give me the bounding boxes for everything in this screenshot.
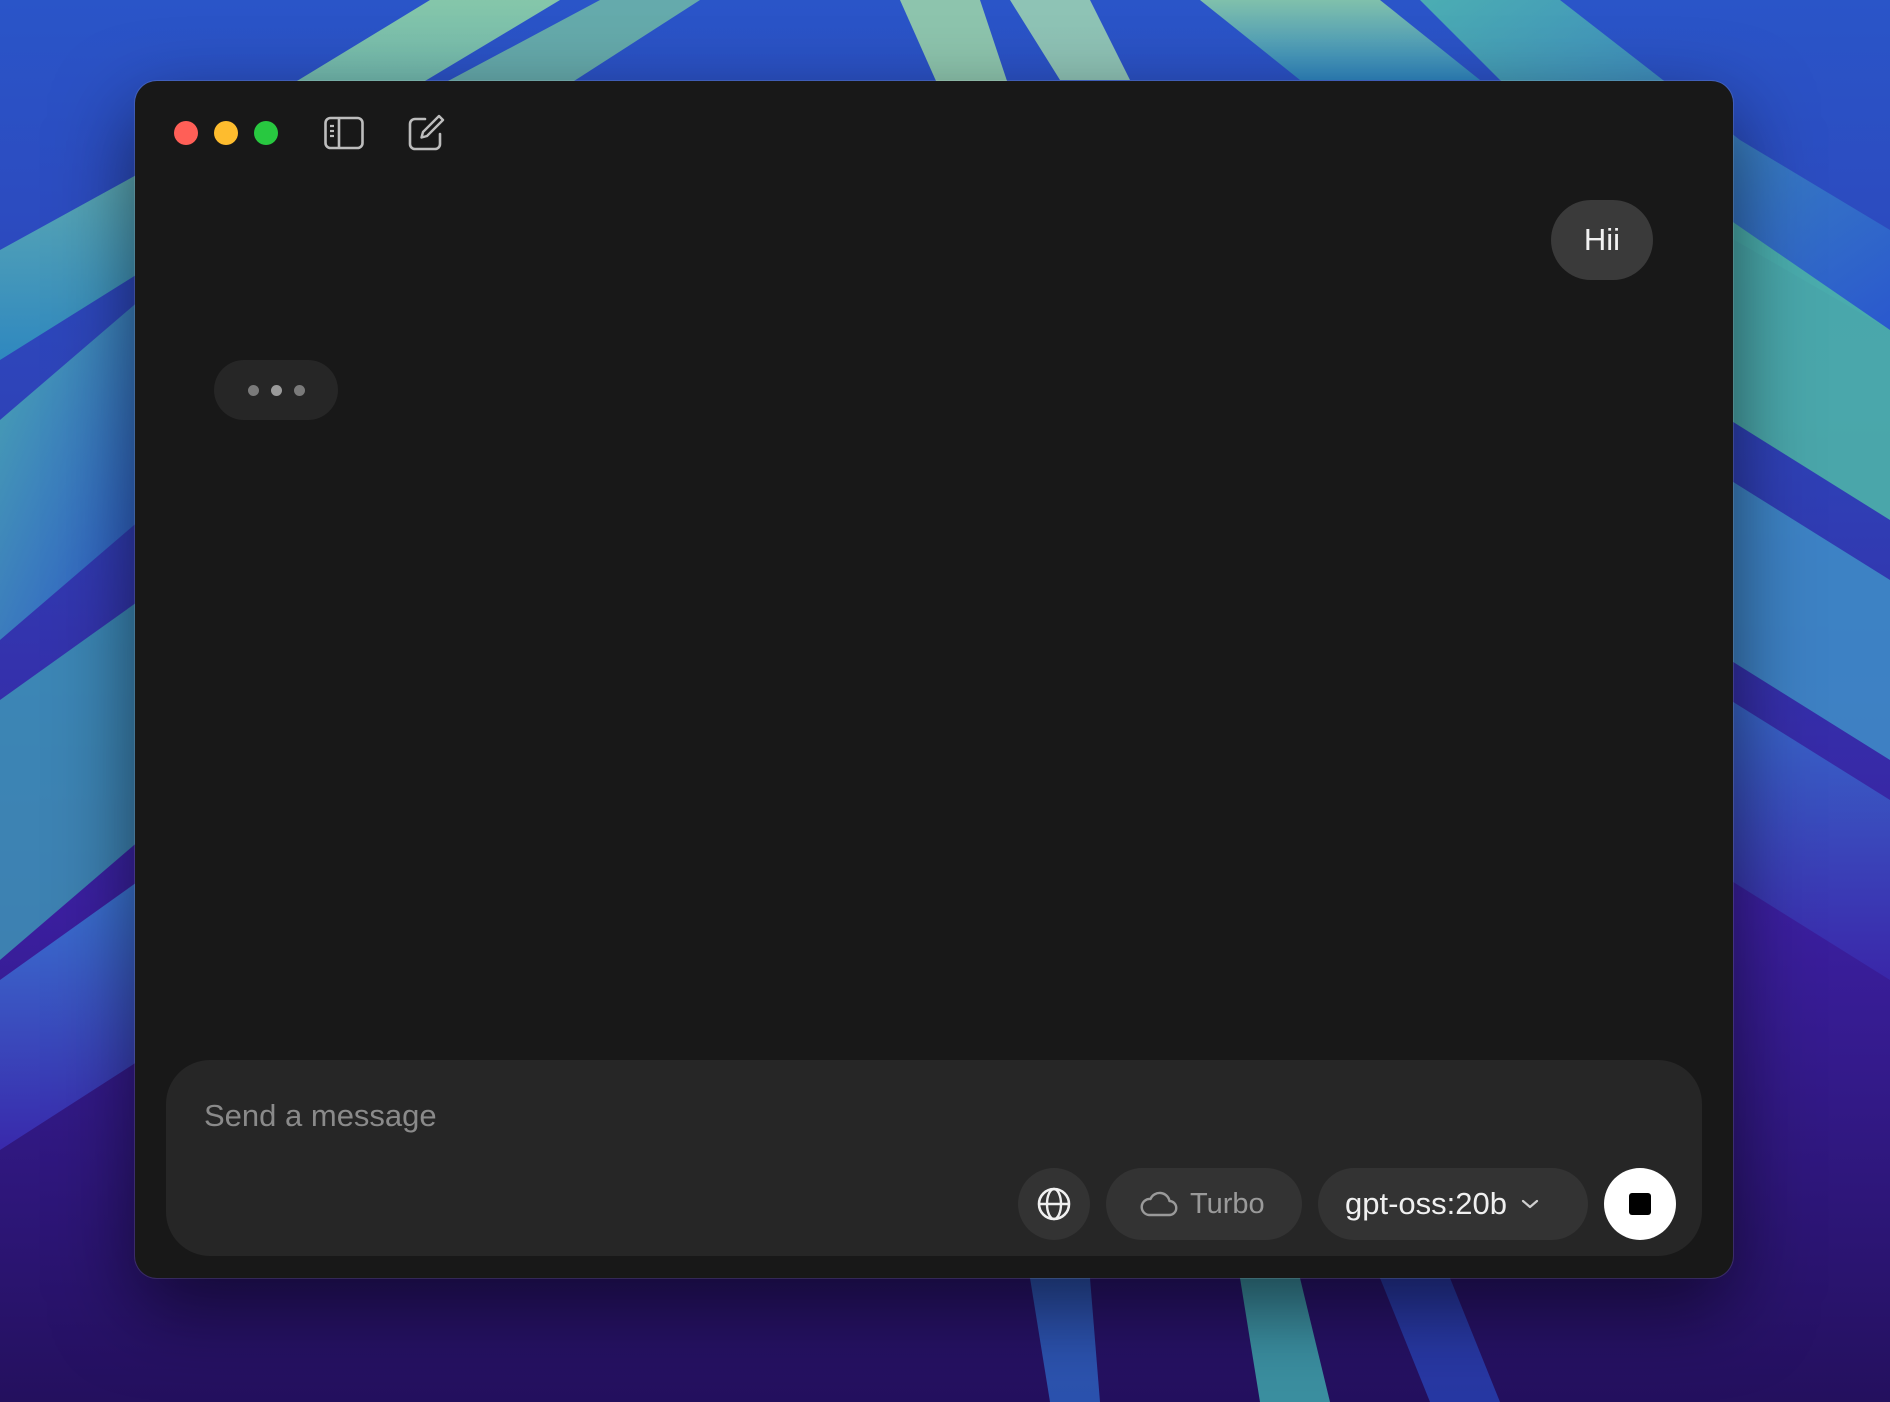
stop-icon bbox=[1629, 1193, 1651, 1215]
new-chat-button[interactable] bbox=[406, 113, 446, 153]
app-window: Hii Turbo gpt-os bbox=[135, 81, 1733, 1278]
typing-dot bbox=[293, 384, 305, 396]
turbo-toggle[interactable]: Turbo bbox=[1106, 1168, 1302, 1240]
message-composer: Turbo gpt-oss:20b bbox=[166, 1060, 1702, 1256]
maximize-window-button[interactable] bbox=[254, 121, 278, 145]
new-chat-icon bbox=[408, 114, 445, 151]
stop-generation-button[interactable] bbox=[1604, 1168, 1676, 1240]
minimize-window-button[interactable] bbox=[214, 121, 238, 145]
message-input[interactable] bbox=[204, 1090, 1304, 1142]
close-window-button[interactable] bbox=[174, 121, 198, 145]
cloud-icon bbox=[1140, 1191, 1178, 1217]
turbo-label: Turbo bbox=[1190, 1187, 1265, 1220]
typing-dot bbox=[247, 384, 259, 396]
web-search-button[interactable] bbox=[1018, 1168, 1090, 1240]
model-name: gpt-oss:20b bbox=[1345, 1186, 1507, 1221]
chevron-down-icon bbox=[1521, 1199, 1539, 1209]
user-message-bubble: Hii bbox=[1551, 200, 1653, 280]
model-selector[interactable]: gpt-oss:20b bbox=[1318, 1168, 1588, 1240]
globe-icon bbox=[1037, 1187, 1071, 1221]
desktop: Hii Turbo gpt-os bbox=[0, 0, 1890, 1402]
sidebar-toggle-icon bbox=[324, 116, 364, 150]
typing-dot bbox=[270, 384, 282, 396]
sidebar-toggle-button[interactable] bbox=[324, 113, 364, 153]
user-message-text: Hii bbox=[1583, 222, 1621, 257]
assistant-typing-indicator bbox=[214, 360, 338, 420]
